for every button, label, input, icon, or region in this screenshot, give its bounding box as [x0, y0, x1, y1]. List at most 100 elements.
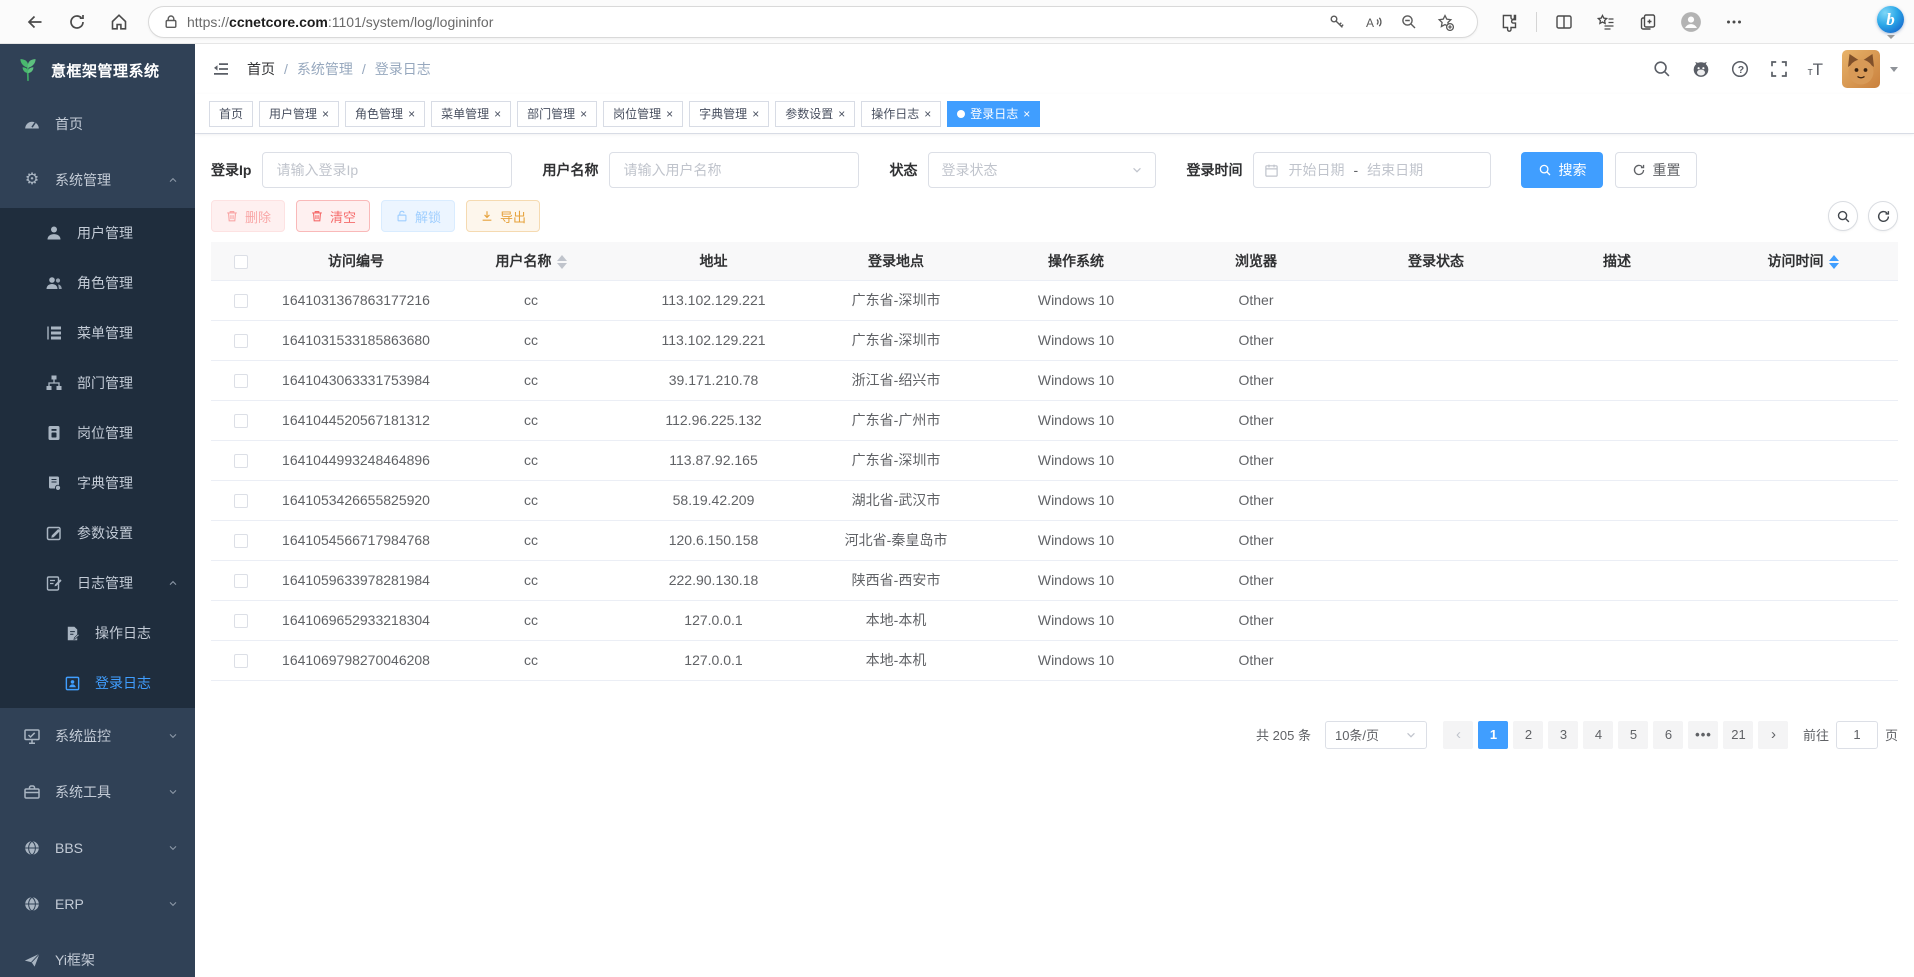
back-icon[interactable]	[25, 12, 45, 32]
user-name-input[interactable]	[609, 152, 859, 188]
close-icon[interactable]: ×	[580, 108, 587, 120]
tab-dict-mgmt[interactable]: 字典管理×	[689, 101, 769, 127]
search-toggle-button[interactable]	[1828, 201, 1858, 231]
read-aloud-icon[interactable]: A	[1364, 13, 1382, 31]
sidebar-item-erp[interactable]: ERP	[0, 876, 195, 932]
tab-dept-mgmt[interactable]: 部门管理×	[517, 101, 597, 127]
table-row[interactable]: 1641031367863177216cc113.102.129.221广东省-…	[211, 280, 1898, 320]
search-icon[interactable]	[1652, 59, 1672, 79]
page-button-4[interactable]: 4	[1583, 721, 1613, 749]
row-checkbox[interactable]	[234, 414, 248, 428]
close-icon[interactable]: ×	[752, 108, 759, 120]
favorite-add-icon[interactable]	[1436, 13, 1454, 31]
page-button-last[interactable]: 21	[1723, 721, 1753, 749]
close-icon[interactable]: ×	[1023, 108, 1030, 120]
prev-page-button[interactable]: ‹	[1443, 721, 1473, 749]
more-icon[interactable]	[1724, 12, 1744, 32]
page-size-select[interactable]: 10条/页	[1325, 721, 1427, 749]
table-row[interactable]: 1641044520567181312cc112.96.225.132广东省-广…	[211, 400, 1898, 440]
delete-button[interactable]: 删除	[211, 200, 285, 232]
lock-icon[interactable]	[163, 14, 179, 30]
sidebar-item-parameters[interactable]: 参数设置	[0, 508, 195, 558]
tab-post-mgmt[interactable]: 岗位管理×	[603, 101, 683, 127]
browser-profile-icon[interactable]	[1680, 11, 1702, 33]
clear-button[interactable]: 清空	[296, 200, 370, 232]
table-row[interactable]: 1641069652933218304cc127.0.0.1本地-本机Windo…	[211, 600, 1898, 640]
sidebar-item-users[interactable]: 用户管理	[0, 208, 195, 258]
close-icon[interactable]: ×	[408, 108, 415, 120]
table-row[interactable]: 1641054566717984768cc120.6.150.158河北省-秦皇…	[211, 520, 1898, 560]
app-logo[interactable]: 意框架管理系统	[0, 44, 195, 96]
close-icon[interactable]: ×	[838, 108, 845, 120]
refresh-icon[interactable]	[67, 12, 87, 32]
sidebar-item-monitor[interactable]: 系统监控	[0, 708, 195, 764]
row-checkbox[interactable]	[234, 294, 248, 308]
sidebar-item-home[interactable]: 首页	[0, 96, 195, 152]
font-size-icon[interactable]: тT	[1808, 61, 1823, 78]
page-button-1[interactable]: 1	[1478, 721, 1508, 749]
help-icon[interactable]: ?	[1730, 59, 1750, 79]
close-icon[interactable]: ×	[666, 108, 673, 120]
sidebar-item-posts[interactable]: 岗位管理	[0, 408, 195, 458]
table-row[interactable]: 1641044993248464896cc113.87.92.165广东省-深圳…	[211, 440, 1898, 480]
row-checkbox[interactable]	[234, 494, 248, 508]
caret-down-icon[interactable]	[1890, 67, 1898, 72]
more-pages-button[interactable]: •••	[1688, 721, 1718, 749]
sidebar-item-login-log[interactable]: 登录日志	[0, 658, 195, 708]
page-button-6[interactable]: 6	[1653, 721, 1683, 749]
date-range-picker[interactable]: 开始日期 - 结束日期	[1253, 152, 1491, 188]
sidebar-item-tools[interactable]: 系统工具	[0, 764, 195, 820]
close-icon[interactable]: ×	[322, 108, 329, 120]
table-row[interactable]: 1641043063331753984cc39.171.210.78浙江省-绍兴…	[211, 360, 1898, 400]
table-row[interactable]: 1641031533185863680cc113.102.129.221广东省-…	[211, 320, 1898, 360]
row-checkbox[interactable]	[234, 374, 248, 388]
sidebar-item-menus[interactable]: 菜单管理	[0, 308, 195, 358]
fullscreen-icon[interactable]	[1769, 59, 1789, 79]
sort-icon-active[interactable]	[1829, 255, 1839, 269]
extensions-icon[interactable]	[1499, 12, 1519, 32]
table-row[interactable]: 1641059633978281984cc222.90.130.18陕西省-西安…	[211, 560, 1898, 600]
close-icon[interactable]: ×	[924, 108, 931, 120]
sort-icon[interactable]	[557, 255, 567, 269]
start-date-placeholder[interactable]: 开始日期	[1288, 160, 1344, 180]
row-checkbox[interactable]	[234, 334, 248, 348]
breadcrumb-parent[interactable]: 系统管理	[297, 59, 353, 79]
table-row[interactable]: 1641069798270046208cc127.0.0.1本地-本机Windo…	[211, 640, 1898, 680]
end-date-placeholder[interactable]: 结束日期	[1367, 160, 1423, 180]
sidebar-item-bbs[interactable]: BBS	[0, 820, 195, 876]
unlock-button[interactable]: 解锁	[381, 200, 455, 232]
tab-role-mgmt[interactable]: 角色管理×	[345, 101, 425, 127]
select-all-checkbox[interactable]	[234, 255, 248, 269]
sidebar-item-dictionary[interactable]: 字典管理	[0, 458, 195, 508]
tab-home[interactable]: 首页	[209, 101, 253, 127]
tab-user-mgmt[interactable]: 用户管理×	[259, 101, 339, 127]
github-icon[interactable]	[1691, 59, 1711, 79]
page-button-2[interactable]: 2	[1513, 721, 1543, 749]
page-button-3[interactable]: 3	[1548, 721, 1578, 749]
address-bar[interactable]: https://ccnetcore.com:1101/system/log/lo…	[148, 6, 1478, 38]
sidebar-item-roles[interactable]: 角色管理	[0, 258, 195, 308]
status-select[interactable]: 登录状态	[928, 152, 1156, 188]
export-button[interactable]: 导出	[466, 200, 540, 232]
sidebar-item-logs[interactable]: 日志管理	[0, 558, 195, 608]
copilot-icon[interactable]: b	[1877, 6, 1904, 39]
sidebar-item-yi-framework[interactable]: Yi框架	[0, 932, 195, 977]
row-checkbox[interactable]	[234, 534, 248, 548]
url-text[interactable]: https://ccnetcore.com:1101/system/log/lo…	[187, 14, 493, 30]
sidebar-item-system[interactable]: ⚙ 系统管理	[0, 152, 195, 208]
row-checkbox[interactable]	[234, 654, 248, 668]
refresh-table-button[interactable]	[1868, 201, 1898, 231]
next-page-button[interactable]: ›	[1758, 721, 1788, 749]
zoom-out-icon[interactable]	[1400, 13, 1418, 31]
tab-operation-log[interactable]: 操作日志×	[861, 101, 941, 127]
close-icon[interactable]: ×	[494, 108, 501, 120]
breadcrumb-home[interactable]: 首页	[247, 59, 275, 79]
row-checkbox[interactable]	[234, 614, 248, 628]
sidebar-item-departments[interactable]: 部门管理	[0, 358, 195, 408]
row-checkbox[interactable]	[234, 574, 248, 588]
collections-icon[interactable]	[1638, 12, 1658, 32]
tab-param-settings[interactable]: 参数设置×	[775, 101, 855, 127]
row-checkbox[interactable]	[234, 454, 248, 468]
avatar[interactable]	[1842, 50, 1880, 88]
password-key-icon[interactable]	[1328, 13, 1346, 31]
